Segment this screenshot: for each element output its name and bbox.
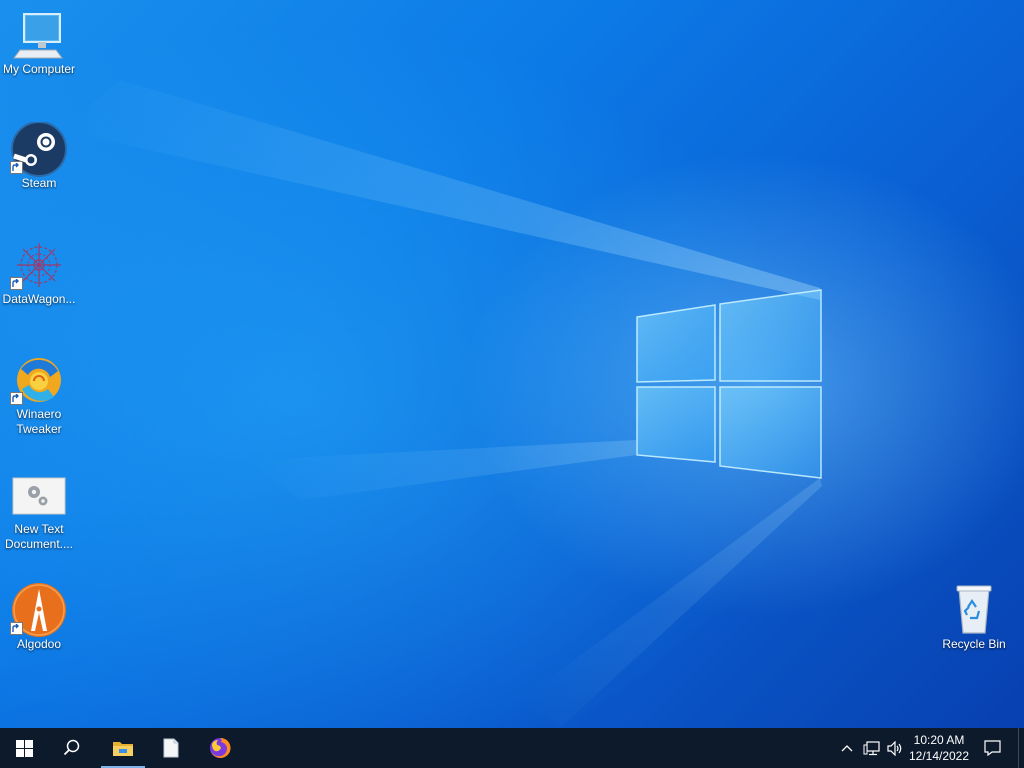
taskbar: 10:20 AM 12/14/2022	[0, 728, 1024, 768]
windows-logo-icon	[15, 739, 33, 757]
desktop-icon-label: New Text Document....	[4, 522, 74, 551]
computer-icon	[13, 13, 63, 59]
volume-icon	[886, 740, 901, 756]
taskbar-file-explorer[interactable]	[99, 728, 147, 768]
chevron-up-icon	[841, 745, 853, 752]
desktop-icon-algodoo[interactable]: Algodoo	[0, 583, 78, 652]
desktop-icon-label: Recycle Bin	[942, 637, 1006, 651]
firefox-icon	[210, 737, 231, 758]
text-document-icon	[12, 477, 66, 515]
desktop-wallpaper	[0, 0, 1024, 728]
tray-volume-button[interactable]	[884, 728, 906, 768]
show-desktop-button[interactable]	[1018, 728, 1024, 768]
desktop-icon-label: Winaero Tweaker	[16, 407, 62, 436]
taskbar-clock[interactable]: 10:20 AM 12/14/2022	[905, 730, 973, 764]
tray-overflow-button[interactable]	[838, 728, 856, 768]
recycle-bin-icon	[956, 585, 992, 634]
notification-icon	[983, 740, 1001, 756]
shortcut-arrow-icon	[10, 161, 23, 174]
desktop-icon-steam[interactable]: Steam	[0, 121, 78, 191]
clock-time: 10:20 AM	[913, 733, 965, 747]
windows-logo-wallpaper	[636, 289, 822, 479]
start-button[interactable]	[0, 728, 48, 768]
desktop-icon-my-computer[interactable]: My Computer	[0, 10, 78, 77]
action-center-button[interactable]	[978, 728, 1006, 768]
desktop-icon-winaero-tweaker[interactable]: Winaero Tweaker	[0, 355, 78, 437]
folder-icon	[113, 742, 133, 756]
desktop-icon-datawagon[interactable]: DataWagon...	[0, 240, 78, 307]
taskbar-notepad[interactable]	[147, 728, 195, 768]
desktop-icon-new-text-document[interactable]: New Text Document....	[0, 470, 78, 552]
desktop-icon-label: My Computer	[2, 62, 76, 76]
shortcut-arrow-icon	[10, 622, 23, 635]
network-icon	[863, 740, 880, 755]
shortcut-arrow-icon	[10, 277, 23, 290]
search-button[interactable]	[48, 728, 96, 768]
desktop-icon-recycle-bin[interactable]: Recycle Bin	[935, 585, 1013, 652]
shortcut-arrow-icon	[10, 392, 23, 405]
clock-date: 12/14/2022	[908, 749, 970, 763]
taskbar-firefox[interactable]	[196, 728, 244, 768]
desktop-icon-label: DataWagon...	[2, 292, 76, 306]
tray-network-button[interactable]	[860, 728, 882, 768]
document-icon	[163, 738, 179, 758]
search-icon	[63, 739, 80, 756]
